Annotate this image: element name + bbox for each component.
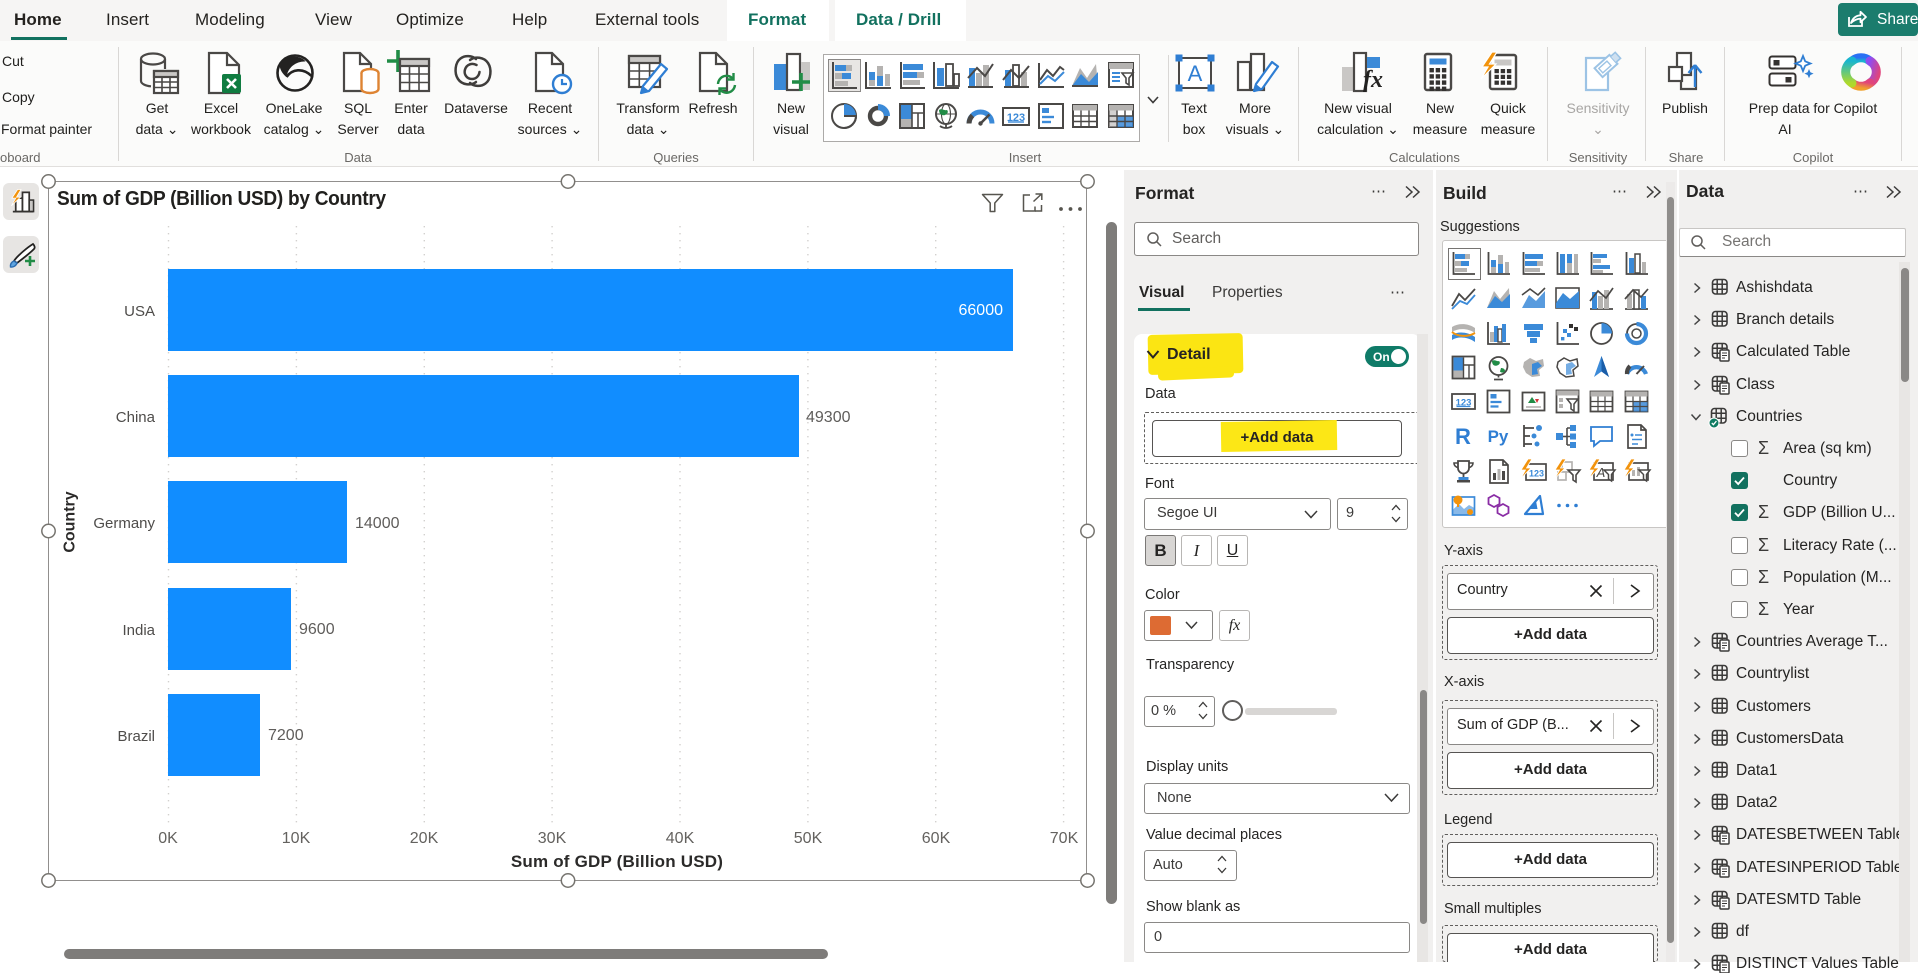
- svg-text:A: A: [1596, 465, 1606, 480]
- svg-text:fx: fx: [1363, 67, 1383, 93]
- svg-text:R: R: [1455, 424, 1471, 449]
- svg-text:A: A: [1188, 61, 1203, 86]
- svg-text:Py: Py: [1488, 427, 1509, 446]
- svg-text:123: 123: [1529, 469, 1544, 479]
